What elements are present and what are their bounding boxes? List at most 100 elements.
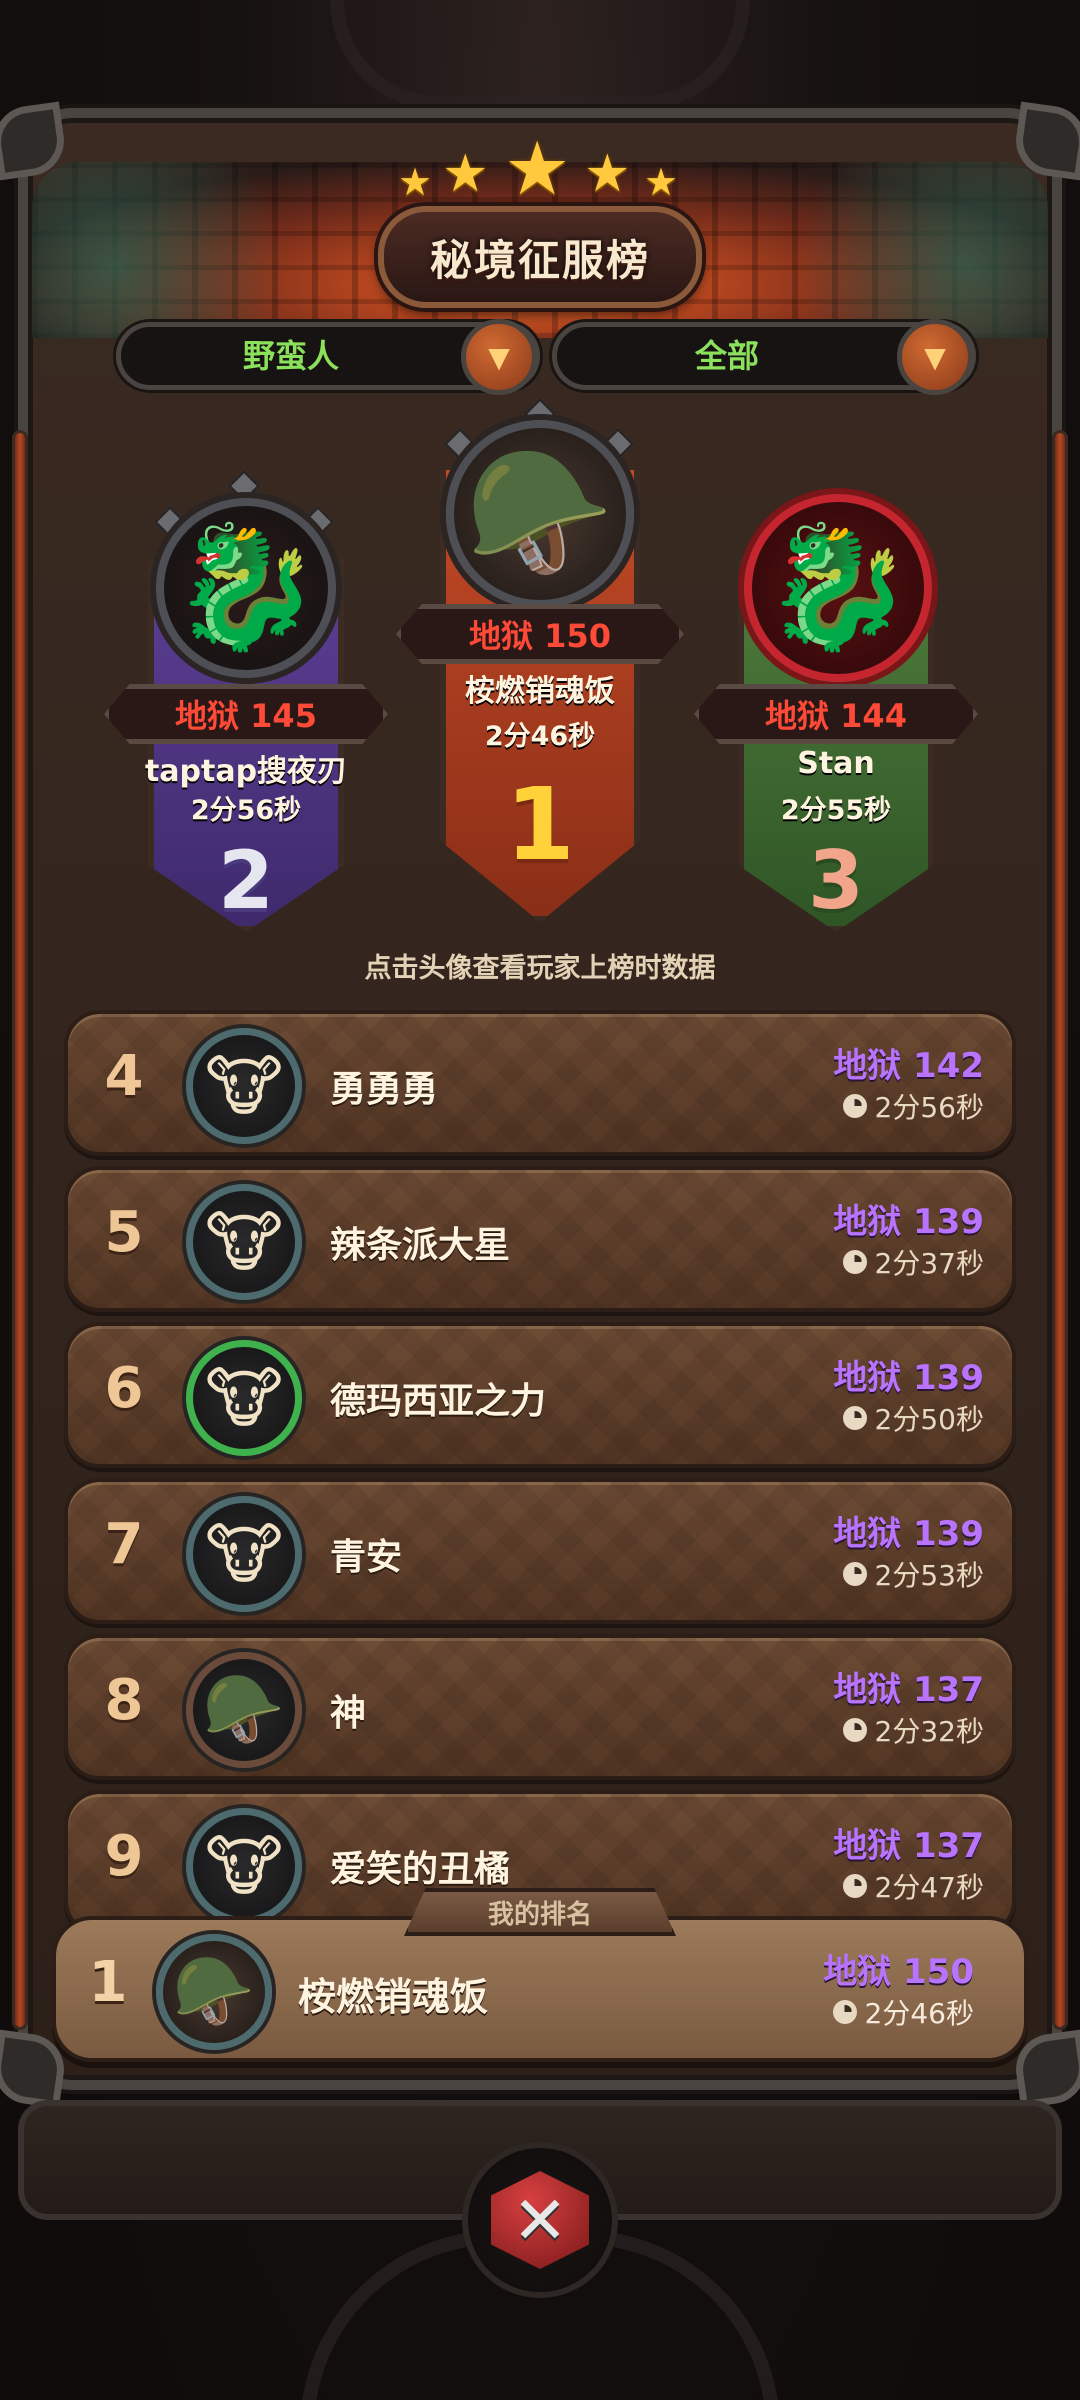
close-icon: ✕: [491, 2171, 589, 2269]
scope-filter-dropdown[interactable]: 全部 ▼: [552, 319, 976, 395]
player-name: Stan: [797, 746, 875, 781]
leaderboard-screen: ★ ★ ★ ★ ★ 秘境征服榜 野蛮人 ▼ 全部 ▼ 🐉 地狱 145 tapt…: [0, 0, 1080, 2400]
star-icon: ★: [584, 144, 631, 204]
player-avatar[interactable]: 🐮: [186, 1184, 302, 1300]
clock-icon: [842, 1718, 867, 1742]
player-avatar[interactable]: 🐮: [186, 1340, 302, 1456]
star-icon: ★: [644, 160, 679, 204]
row-rank: 9: [104, 1824, 144, 1889]
hell-level-plate: 地狱 150: [396, 604, 684, 664]
row-player-name: 青安: [330, 1537, 403, 1578]
row-rank: 7: [104, 1512, 144, 1577]
ranking-row[interactable]: 6 🐮 德玛西亚之力 地狱 139 2分50秒: [64, 1322, 1016, 1468]
page-title: 秘境征服榜: [429, 235, 650, 285]
player-avatar[interactable]: 🪖: [186, 1652, 302, 1768]
star-icon: ★: [504, 126, 571, 212]
my-time: 2分46秒: [832, 1992, 974, 2032]
my-hell-level: 地狱 150: [823, 1952, 974, 1992]
player-avatar[interactable]: 🐉: [156, 498, 336, 678]
star-icon: ★: [398, 160, 433, 204]
cow-mask-icon: 🐮: [204, 1827, 284, 1905]
row-time: 2分50秒: [842, 1398, 984, 1438]
viking-helmet-icon: 🪖: [172, 1953, 256, 2030]
row-time: 2分53秒: [842, 1554, 984, 1594]
clear-time: 2分46秒: [484, 721, 596, 752]
my-player-name: 桉燃销魂饭: [298, 1975, 489, 2019]
row-player-name: 勇勇勇: [330, 1069, 439, 1110]
cow-mask-icon: 🐮: [204, 1359, 284, 1437]
row-time: 2分56秒: [842, 1086, 984, 1126]
ranking-row[interactable]: 5 🐮 辣条派大星 地狱 139 2分37秒: [64, 1166, 1016, 1312]
clock-icon: [842, 1562, 867, 1586]
row-hell-level: 地狱 139: [833, 1358, 984, 1398]
clear-time: 2分56秒: [190, 795, 302, 826]
clock-icon: [842, 1094, 867, 1118]
row-rank: 4: [104, 1044, 144, 1109]
viking-helmet-icon: 🪖: [465, 444, 615, 583]
ranking-row[interactable]: 7 🐮 青安 地狱 139 2分53秒: [64, 1478, 1016, 1624]
player-name: taptap搜夜刃: [144, 754, 348, 789]
my-time-text: 2分46秒: [864, 1997, 974, 2030]
viking-helmet-icon: 🪖: [202, 1671, 286, 1748]
cow-mask-icon: 🐮: [204, 1047, 284, 1125]
row-time-text: 2分50秒: [874, 1403, 984, 1436]
row-rank: 6: [104, 1356, 144, 1421]
clock-icon: [832, 2000, 857, 2024]
scope-filter-label: 全部: [694, 337, 759, 375]
row-time: 2分37秒: [842, 1242, 984, 1282]
star-icon: ★: [442, 144, 489, 204]
my-rank: 1: [88, 1950, 128, 2015]
row-player-name: 辣条派大星: [330, 1225, 511, 1266]
clock-icon: [842, 1406, 867, 1430]
hint-text: 点击头像查看玩家上榜时数据: [364, 953, 716, 984]
row-time-text: 2分56秒: [874, 1091, 984, 1124]
row-player-name: 爱笑的丑橘: [330, 1849, 511, 1890]
row-hell-level: 地狱 142: [833, 1046, 984, 1086]
clear-time: 2分55秒: [780, 795, 892, 826]
player-name: 桉燃销魂饭: [465, 674, 615, 709]
class-filter-label: 野蛮人: [242, 337, 339, 375]
row-rank: 5: [104, 1200, 144, 1265]
row-time: 2分47秒: [842, 1866, 984, 1906]
red-dragon-icon: 🐉: [763, 518, 913, 657]
player-avatar[interactable]: 🐉: [744, 494, 932, 682]
my-avatar[interactable]: 🪖: [156, 1934, 272, 2050]
five-star-rating: ★ ★ ★ ★ ★: [398, 126, 682, 212]
clock-icon: [842, 1250, 867, 1274]
player-avatar[interactable]: 🐮: [186, 1496, 302, 1612]
player-avatar[interactable]: 🐮: [186, 1808, 302, 1924]
row-time-text: 2分32秒: [874, 1715, 984, 1748]
row-player-name: 神: [330, 1693, 367, 1734]
row-rank: 8: [104, 1668, 144, 1733]
close-button[interactable]: ✕: [462, 2142, 618, 2298]
my-ranking-row[interactable]: 1 🪖 桉燃销魂饭 地狱 150 2分46秒: [52, 1916, 1028, 2062]
title-plate: 秘境征服榜: [378, 206, 702, 308]
ranking-row[interactable]: 8 🪖 神 地狱 137 2分32秒: [64, 1634, 1016, 1780]
player-avatar[interactable]: 🐮: [186, 1028, 302, 1144]
ranking-row[interactable]: 4 🐮 勇勇勇 地狱 142 2分56秒: [64, 1010, 1016, 1156]
row-hell-level: 地狱 137: [833, 1670, 984, 1710]
rank-number: 1: [505, 766, 575, 883]
player-avatar[interactable]: 🪖: [446, 420, 634, 608]
class-filter-dropdown[interactable]: 野蛮人 ▼: [116, 319, 540, 395]
row-hell-level: 地狱 137: [833, 1826, 984, 1866]
red-dragon-icon: 🐉: [171, 518, 321, 657]
chevron-down-icon[interactable]: ▼: [461, 319, 537, 395]
side-rail: [1052, 430, 1068, 2030]
cow-mask-icon: 🐮: [204, 1203, 284, 1281]
cow-mask-icon: 🐮: [204, 1515, 284, 1593]
clock-icon: [842, 1874, 867, 1898]
hell-level-plate: 地狱 145: [104, 684, 388, 744]
my-ranking-label: 我的排名: [404, 1888, 676, 1936]
row-time-text: 2分37秒: [874, 1247, 984, 1280]
row-time-text: 2分53秒: [874, 1559, 984, 1592]
side-rail: [12, 430, 28, 2030]
top-ornament: [330, 0, 750, 110]
rank-number: 3: [808, 834, 864, 927]
row-player-name: 德玛西亚之力: [330, 1381, 547, 1422]
rank-number: 2: [218, 834, 274, 927]
chevron-down-icon[interactable]: ▼: [897, 319, 973, 395]
row-time: 2分32秒: [842, 1710, 984, 1750]
row-time-text: 2分47秒: [874, 1871, 984, 1904]
row-hell-level: 地狱 139: [833, 1514, 984, 1554]
